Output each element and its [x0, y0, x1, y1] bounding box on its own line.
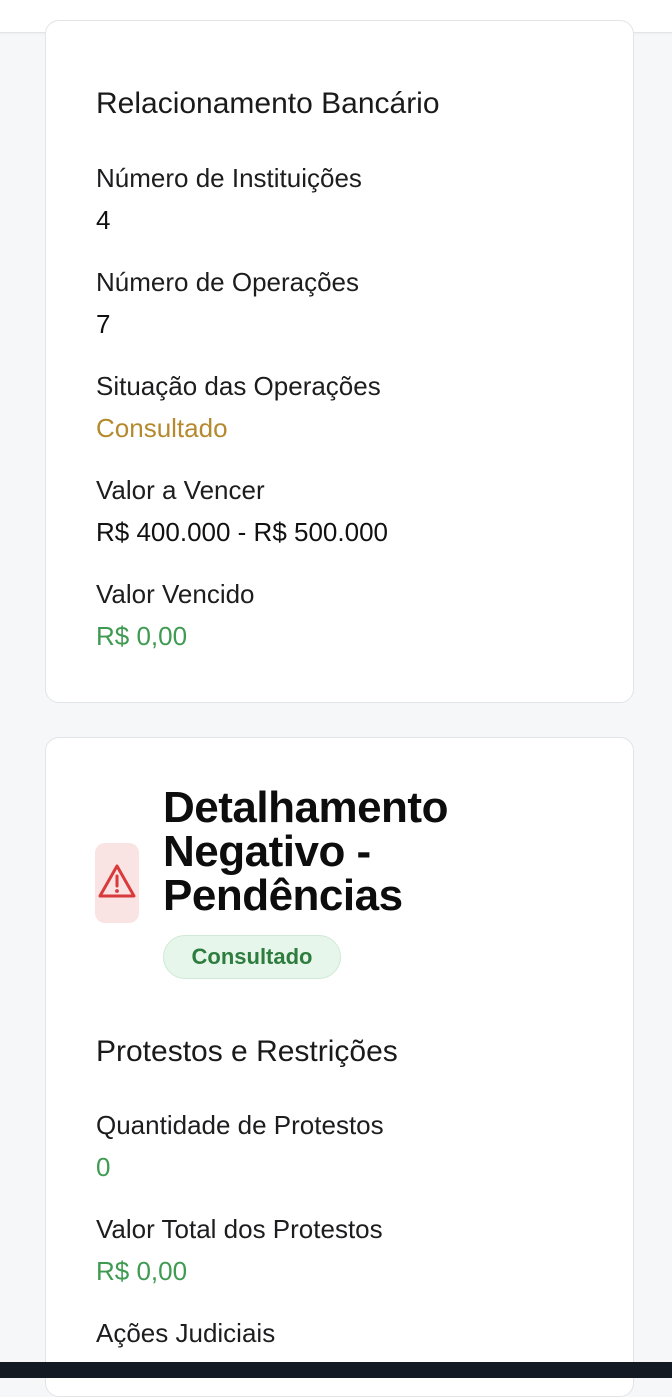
field-value-quantidade-protestos: 0: [96, 1152, 111, 1182]
warning-triangle-icon: [97, 863, 137, 904]
field-label-valor-vencido: Valor Vencido: [96, 579, 255, 609]
field-value-situacao: Consultado: [96, 413, 228, 443]
field-value-instituicoes: 4: [96, 205, 111, 235]
page-title: Detalhamento Negativo - Pendências: [163, 786, 603, 918]
field-label-valor-a-vencer: Valor a Vencer: [96, 475, 265, 505]
warning-badge: [95, 843, 139, 923]
field-value-valor-vencido: R$ 0,00: [96, 621, 188, 651]
title-line: Detalhamento: [163, 783, 448, 832]
field-label-instituicoes: Número de Instituições: [96, 163, 362, 193]
section-title: Relacionamento Bancário: [96, 87, 440, 120]
title-line: Pendências: [163, 871, 403, 920]
field-label-operacoes: Número de Operações: [96, 267, 360, 297]
detalhamento-negativo-card: Detalhamento Negativo - Pendências Consu…: [45, 737, 634, 1397]
field-label-valor-total-protestos: Valor Total dos Protestos: [96, 1214, 383, 1244]
field-value-valor-a-vencer: R$ 400.000 - R$ 500.000: [96, 517, 388, 547]
field-label-situacao: Situação das Operações: [96, 371, 381, 401]
field-label-quantidade-protestos: Quantidade de Protestos: [96, 1110, 384, 1140]
title-line: Negativo -: [163, 827, 371, 876]
field-value-operacoes: 7: [96, 309, 111, 339]
relacionamento-bancario-card: Relacionamento Bancário Número de Instit…: [45, 20, 634, 703]
field-value-valor-total-protestos: R$ 0,00: [96, 1256, 188, 1286]
bottom-bar: [0, 1362, 672, 1378]
section-title: Protestos e Restrições: [96, 1035, 398, 1068]
status-badge: Consultado: [163, 935, 341, 979]
field-label-acoes-judiciais: Ações Judiciais: [96, 1318, 276, 1348]
